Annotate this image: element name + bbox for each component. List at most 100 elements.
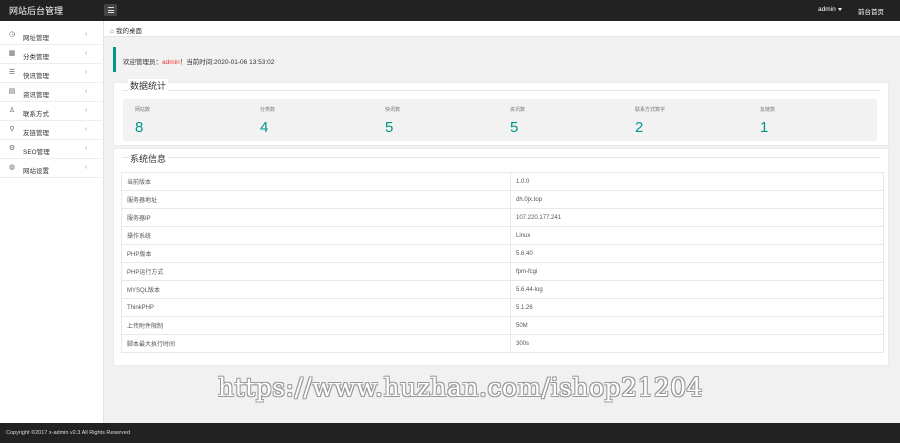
divider: [122, 90, 880, 91]
row-key: PHP版本: [121, 244, 511, 263]
welcome-time: ！当前时间:2020-01-06 13:53:02: [179, 59, 275, 66]
stat-name: 联系方式数字: [635, 107, 666, 113]
welcome-text: 欢迎管理员：admin！当前时间:2020-01-06 13:53:02: [123, 56, 274, 66]
row-value: fpm-fcgi: [510, 262, 884, 281]
row-key: 操作系统: [121, 226, 511, 245]
system-info-panel: 系统信息 当前版本 1.0.0 服务器地址 dh.0jx.top 服务器IP 107.…: [113, 148, 889, 366]
sidebar-item-sites[interactable]: ◷ 网址管理 ‹: [0, 26, 104, 45]
welcome-banner: 欢迎管理员：admin！当前时间:2020-01-06 13:53:02: [113, 47, 889, 72]
row-key: ThinkPHP: [121, 298, 511, 317]
sidebar-item-label: 网站设置: [23, 168, 49, 175]
chevron-left-icon: ‹: [85, 69, 88, 76]
row-value: Linux: [510, 226, 884, 245]
gear-icon: ⚙: [8, 145, 16, 152]
globe-icon: ◍: [8, 164, 16, 171]
row-value: 5.1.26: [510, 298, 884, 317]
sidebar-item-contacts[interactable]: ♙ 联系方式 ‹: [0, 102, 104, 121]
row-key: 服务器IP: [121, 208, 511, 227]
caret-down-icon: [837, 7, 842, 11]
table-row: 服务器IP 107.220.177.241: [121, 208, 884, 227]
brand-title[interactable]: 网站后台管理: [9, 4, 63, 17]
chevron-left-icon: ‹: [85, 164, 88, 171]
row-value: 300s: [510, 334, 884, 353]
tab-bar: ⌂ 我的桌面: [104, 21, 900, 37]
table-row: 脚本最大执行时间 300s: [121, 334, 884, 353]
stats-panel: 数据统计 网站数 8 分类数 4 快讯数 5 资讯数 5 联系方式数字 2 友链…: [113, 79, 889, 146]
row-key: PHP运行方式: [121, 262, 511, 281]
stat-value: 2: [635, 119, 644, 136]
table-row: 操作系统 Linux: [121, 226, 884, 245]
sidebar-item-settings[interactable]: ◍ 网站设置 ‹: [0, 159, 104, 178]
row-key: 上传附件限制: [121, 316, 511, 335]
stat-value: 1: [760, 119, 769, 136]
tab-my-desktop[interactable]: ⌂ 我的桌面: [110, 25, 142, 35]
row-value: dh.0jx.top: [510, 190, 884, 209]
row-key: 服务器地址: [121, 190, 511, 209]
stat-value: 8: [135, 119, 144, 136]
sidebar-item-friend-links[interactable]: ⚲ 友链管理 ‹: [0, 121, 104, 140]
stat-value: 5: [385, 119, 394, 136]
stat-name: 资讯数: [510, 107, 526, 113]
sidebar-item-label: SEO管理: [23, 149, 50, 156]
chevron-left-icon: ‹: [85, 50, 88, 57]
table-row: 上传附件限制 50M: [121, 316, 884, 335]
table-row: MYSQL版本 5.6.44-log: [121, 280, 884, 299]
system-info-title: 系统信息: [128, 152, 169, 165]
link-icon: ⚲: [9, 126, 15, 133]
menu-toggle-button[interactable]: [104, 4, 117, 16]
home-icon: ⌂: [110, 28, 114, 35]
top-bar: 网站后台管理 admin 前台首页: [0, 0, 900, 21]
front-page-link[interactable]: 前台首页: [858, 6, 884, 16]
system-info-table: 当前版本 1.0.0 服务器地址 dh.0jx.top 服务器IP 107.220.1…: [121, 172, 884, 353]
row-key: 当前版本: [121, 172, 511, 191]
sidebar-item-seo[interactable]: ⚙ SEO管理 ‹: [0, 140, 104, 159]
user-menu[interactable]: admin: [818, 6, 842, 13]
stat-name: 分类数: [260, 107, 276, 113]
tab-label: 我的桌面: [115, 28, 142, 35]
chevron-left-icon: ‹: [85, 31, 88, 38]
chevron-left-icon: ‹: [85, 88, 88, 95]
chevron-left-icon: ‹: [85, 107, 88, 114]
stats-title: 数据统计: [128, 79, 169, 92]
sidebar-item-flash-news[interactable]: ☰ 快讯管理 ‹: [0, 64, 104, 83]
stat-card[interactable]: 联系方式数字 2: [623, 99, 749, 141]
sidebar-item-label: 联系方式: [23, 111, 49, 118]
copyright-text: Copyright ©2017 x-admin v2.3 All Rights …: [6, 430, 130, 436]
sidebar-item-label: 快讯管理: [23, 73, 49, 80]
sidebar-item-label: 资讯管理: [23, 92, 49, 99]
stat-card[interactable]: 友链数 1: [748, 99, 874, 141]
stat-card[interactable]: 网站数 8: [123, 99, 249, 141]
sidebar-item-label: 分类管理: [23, 54, 49, 61]
stat-card[interactable]: 分类数 4: [248, 99, 374, 141]
table-row: PHP版本 5.6.40: [121, 244, 884, 263]
grid-icon: ▦: [8, 50, 16, 57]
stat-name: 友链数: [760, 107, 776, 113]
table-row: PHP运行方式 fpm-fcgi: [121, 262, 884, 281]
divider: [122, 157, 880, 158]
row-value: 5.6.40: [510, 244, 884, 263]
welcome-prefix: 欢迎管理员：: [123, 59, 162, 66]
list-icon: ☰: [8, 69, 16, 76]
table-row: 当前版本 1.0.0: [121, 172, 884, 191]
stat-name: 快讯数: [385, 107, 401, 113]
row-value: 5.6.44-log: [510, 280, 884, 299]
footer: Copyright ©2017 x-admin v2.3 All Rights …: [0, 423, 900, 443]
watermark-text: https://www.huzhan.com/ishop21204: [218, 373, 704, 402]
stat-name: 网站数: [135, 107, 151, 113]
row-key: MYSQL版本: [121, 280, 511, 299]
sidebar-item-label: 友链管理: [23, 130, 49, 137]
welcome-username: admin: [162, 59, 180, 66]
user-icon: ♙: [8, 107, 16, 114]
sidebar-item-categories[interactable]: ▦ 分类管理 ‹: [0, 45, 104, 64]
stat-card[interactable]: 快讯数 5: [373, 99, 499, 141]
row-value: 107.220.177.241: [510, 208, 884, 227]
stat-value: 4: [260, 119, 269, 136]
user-name: admin: [818, 6, 836, 13]
row-value: 50M: [510, 316, 884, 335]
sidebar-item-articles[interactable]: ▤ 资讯管理 ‹: [0, 83, 104, 102]
row-key: 脚本最大执行时间: [121, 334, 511, 353]
row-value: 1.0.0: [510, 172, 884, 191]
stat-card[interactable]: 资讯数 5: [498, 99, 624, 141]
stats-grid: 网站数 8 分类数 4 快讯数 5 资讯数 5 联系方式数字 2 友链数 1: [123, 99, 877, 141]
chevron-left-icon: ‹: [85, 145, 88, 152]
